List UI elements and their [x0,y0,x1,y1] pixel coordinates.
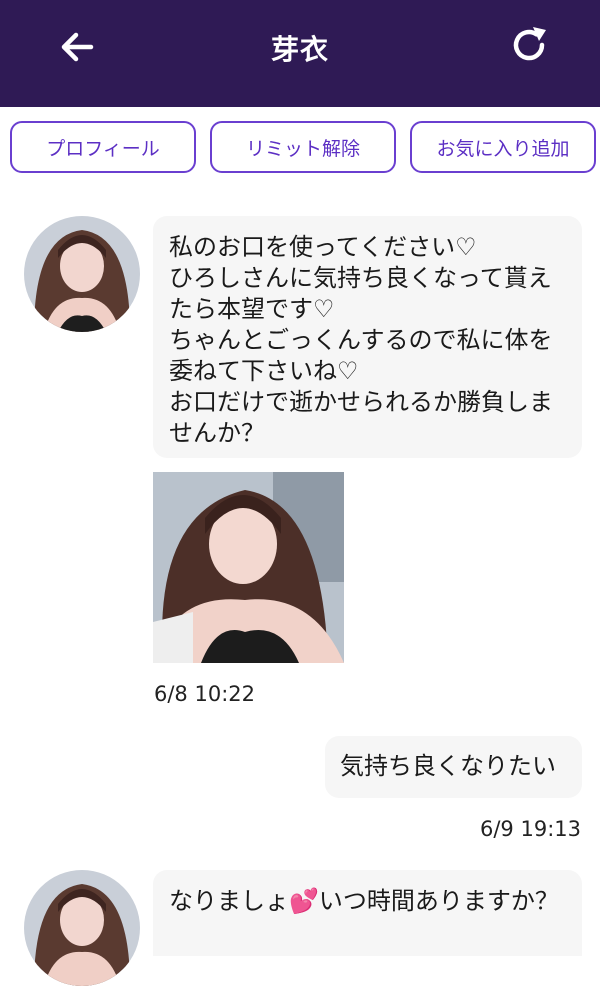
message-bubble-incoming: なりましょ💕いつ時間ありますか？ [153,870,582,956]
app-header: 芽衣 [0,0,600,107]
message-bubble-incoming: 私のお口を使ってください♡ ひろしさんに気持ち良くなって貰えたら本望です♡ ちゃ… [153,216,582,458]
message-text: なりましょ💕いつ時間ありますか？ [169,887,559,915]
profile-button[interactable]: プロフィール [10,121,196,173]
refresh-icon [513,27,546,61]
message-photo[interactable] [153,472,344,663]
refresh-button[interactable] [505,20,555,70]
add-favorite-button[interactable]: お気に入り追加 [410,121,596,173]
avatar[interactable] [24,216,140,332]
message-bubble-outgoing: 気持ち良くなりたい [325,736,582,798]
message-text: 気持ち良くなりたい [340,752,556,780]
message-text: 私のお口を使ってください♡ ひろしさんに気持ち良くなって貰えたら本望です♡ ちゃ… [169,233,553,447]
message-timestamp: 6/8 10:22 [154,682,255,706]
avatar[interactable] [24,870,140,986]
message-timestamp: 6/9 19:13 [480,817,581,841]
avatar-image [24,870,140,986]
avatar-image [24,216,140,332]
action-bar: プロフィール リミット解除 お気に入り追加 [10,121,596,175]
photo-image [153,472,344,663]
limit-release-button[interactable]: リミット解除 [210,121,396,173]
